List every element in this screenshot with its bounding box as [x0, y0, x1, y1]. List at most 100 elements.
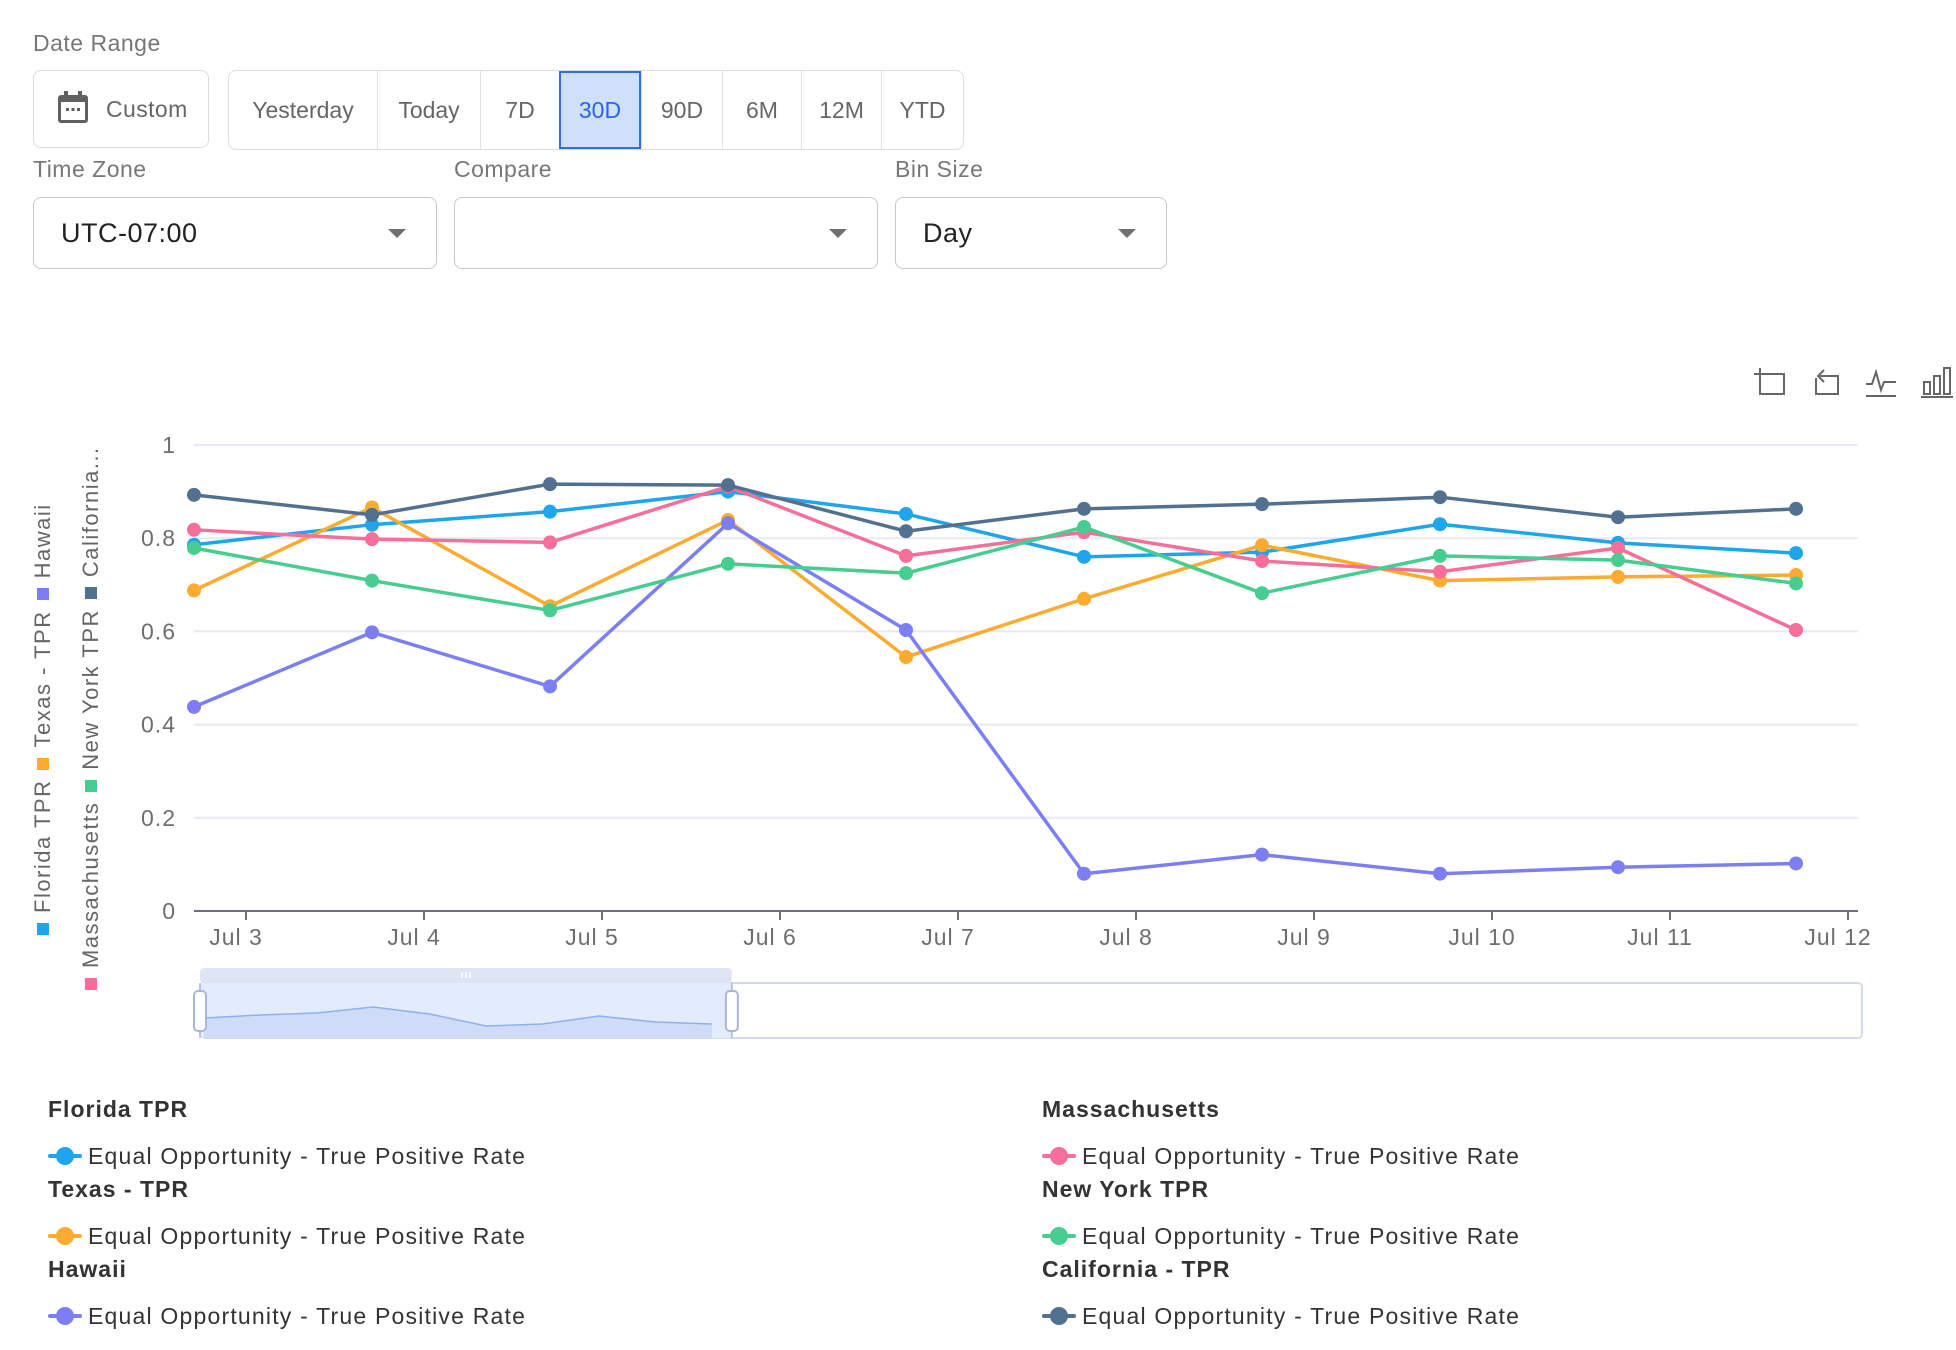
data-point[interactable]	[187, 522, 201, 537]
line-marker-icon	[48, 1146, 82, 1166]
line-marker-icon	[1042, 1146, 1076, 1166]
data-point[interactable]	[543, 603, 557, 618]
slider-right-handle[interactable]	[724, 990, 739, 1032]
data-point[interactable]	[721, 556, 735, 571]
legend-item-label: Equal Opportunity - True Positive Rate	[88, 1222, 527, 1249]
data-zoom-icon[interactable]	[1752, 362, 1786, 402]
x-tick-label: Jul 5	[565, 924, 619, 950]
data-point[interactable]	[1077, 520, 1091, 535]
data-point[interactable]	[1433, 517, 1447, 532]
legend-item-florida[interactable]: Equal Opportunity - True Positive Rate	[48, 1134, 526, 1178]
data-point[interactable]	[899, 566, 913, 581]
data-point[interactable]	[1789, 856, 1803, 871]
x-tick-label: Jul 3	[209, 924, 263, 950]
data-point[interactable]	[1433, 564, 1447, 579]
y-tick-label: 1	[162, 432, 176, 458]
legend-item-hawaii[interactable]: Equal Opportunity - True Positive Rate	[48, 1294, 526, 1338]
series-line	[193, 489, 1797, 559]
data-point[interactable]	[899, 623, 913, 638]
series-line	[193, 505, 1797, 659]
data-point[interactable]	[543, 504, 557, 519]
x-tick-label: Jul 10	[1448, 924, 1515, 950]
x-tick-label: Jul 7	[921, 924, 975, 950]
data-point[interactable]	[1611, 569, 1625, 584]
data-point[interactable]	[1255, 554, 1269, 569]
data-point[interactable]	[187, 583, 201, 598]
data-point[interactable]	[1611, 540, 1625, 555]
vertical-legend-column-1: Florida TPR Texas - TPR Hawaii	[30, 503, 56, 935]
data-point[interactable]	[365, 507, 379, 522]
data-point[interactable]	[1789, 546, 1803, 561]
restore-icon[interactable]	[1808, 362, 1842, 402]
legend-item-texas[interactable]: Equal Opportunity - True Positive Rate	[48, 1214, 526, 1258]
data-point[interactable]	[899, 524, 913, 539]
line-chart: 0 0.2 0.4 0.6 0.8 1 Jul 3 Jul 4 Jul 5 Jul 6 Jul 7…	[141, 432, 1871, 1039]
legend-item-label: Equal Opportunity - True Positive Rate	[88, 1302, 527, 1329]
legend-item-label: Equal Opportunity - True Positive Rate	[88, 1142, 527, 1169]
data-point[interactable]	[1077, 866, 1091, 881]
data-point[interactable]	[899, 650, 913, 665]
data-point[interactable]	[1433, 866, 1447, 881]
data-point[interactable]	[1611, 553, 1625, 568]
data-point[interactable]	[1077, 501, 1091, 516]
data-point[interactable]	[365, 573, 379, 588]
chart-toolbox	[1752, 362, 1954, 402]
data-point[interactable]	[1789, 501, 1803, 516]
data-point[interactable]	[187, 487, 201, 502]
x-tick-label: Jul 8	[1099, 924, 1153, 950]
bottom-legend-column-1: Florida TPR Equal Opportunity - True Pos…	[48, 1096, 526, 1338]
data-point[interactable]	[1077, 591, 1091, 606]
x-tick-label: Jul 6	[743, 924, 797, 950]
legend-item-new-york[interactable]: Equal Opportunity - True Positive Rate	[1042, 1214, 1520, 1258]
series-florida-tpr	[187, 484, 1803, 564]
legend-toggle-florida[interactable]: Florida TPR	[30, 780, 56, 935]
data-point[interactable]	[365, 625, 379, 640]
data-point[interactable]	[1433, 548, 1447, 563]
data-point[interactable]	[1255, 847, 1269, 862]
data-point[interactable]	[1255, 538, 1269, 553]
data-point[interactable]	[1077, 549, 1091, 564]
data-point[interactable]	[1611, 860, 1625, 875]
legend-swatch	[85, 978, 97, 990]
series-line	[193, 521, 1797, 876]
line-marker-icon	[1042, 1226, 1076, 1246]
x-tick-label: Jul 4	[387, 924, 441, 950]
legend-toggle-texas[interactable]: Texas - TPR	[30, 610, 56, 770]
legend-toggle-california[interactable]: California...	[78, 446, 104, 600]
legend-item-massachusetts[interactable]: Equal Opportunity - True Positive Rate	[1042, 1134, 1520, 1178]
legend-group-title: Massachusetts	[1042, 1096, 1220, 1122]
y-axis-labels: 0 0.2 0.4 0.6 0.8 1	[141, 432, 176, 924]
legend-label: Massachusetts	[78, 801, 103, 968]
data-point[interactable]	[721, 516, 735, 531]
data-point[interactable]	[543, 535, 557, 550]
legend-label: Texas - TPR	[30, 610, 55, 748]
data-point[interactable]	[1255, 586, 1269, 601]
data-point[interactable]	[721, 478, 735, 493]
data-point[interactable]	[899, 506, 913, 521]
legend-swatch	[37, 923, 49, 935]
legend-swatch	[37, 757, 49, 770]
data-point[interactable]	[1611, 510, 1625, 525]
bar-chart-icon[interactable]	[1920, 362, 1954, 402]
data-point[interactable]	[1255, 497, 1269, 512]
data-point[interactable]	[365, 532, 379, 547]
series-line	[193, 482, 1797, 533]
legend-toggle-new-york[interactable]: New York TPR	[78, 609, 104, 792]
data-point[interactable]	[1433, 490, 1447, 505]
data-point[interactable]	[187, 699, 201, 714]
x-tick-label: Jul 9	[1277, 924, 1331, 950]
data-point[interactable]	[899, 548, 913, 563]
legend-group-title: California - TPR	[1042, 1256, 1231, 1282]
data-point[interactable]	[187, 540, 201, 555]
slider-left-handle[interactable]	[193, 990, 207, 1032]
legend-toggle-hawaii[interactable]: Hawaii	[30, 503, 56, 601]
line-marker-icon	[48, 1306, 82, 1326]
legend-toggle-massachusetts[interactable]: Massachusetts	[78, 802, 104, 990]
line-chart-icon[interactable]	[1864, 362, 1898, 402]
data-point[interactable]	[1789, 576, 1803, 591]
data-point[interactable]	[543, 477, 557, 492]
legend-item-california[interactable]: Equal Opportunity - True Positive Rate	[1042, 1294, 1520, 1338]
legend-item-label: Equal Opportunity - True Positive Rate	[1082, 1142, 1521, 1169]
data-point[interactable]	[1789, 623, 1803, 638]
data-point[interactable]	[543, 679, 557, 694]
